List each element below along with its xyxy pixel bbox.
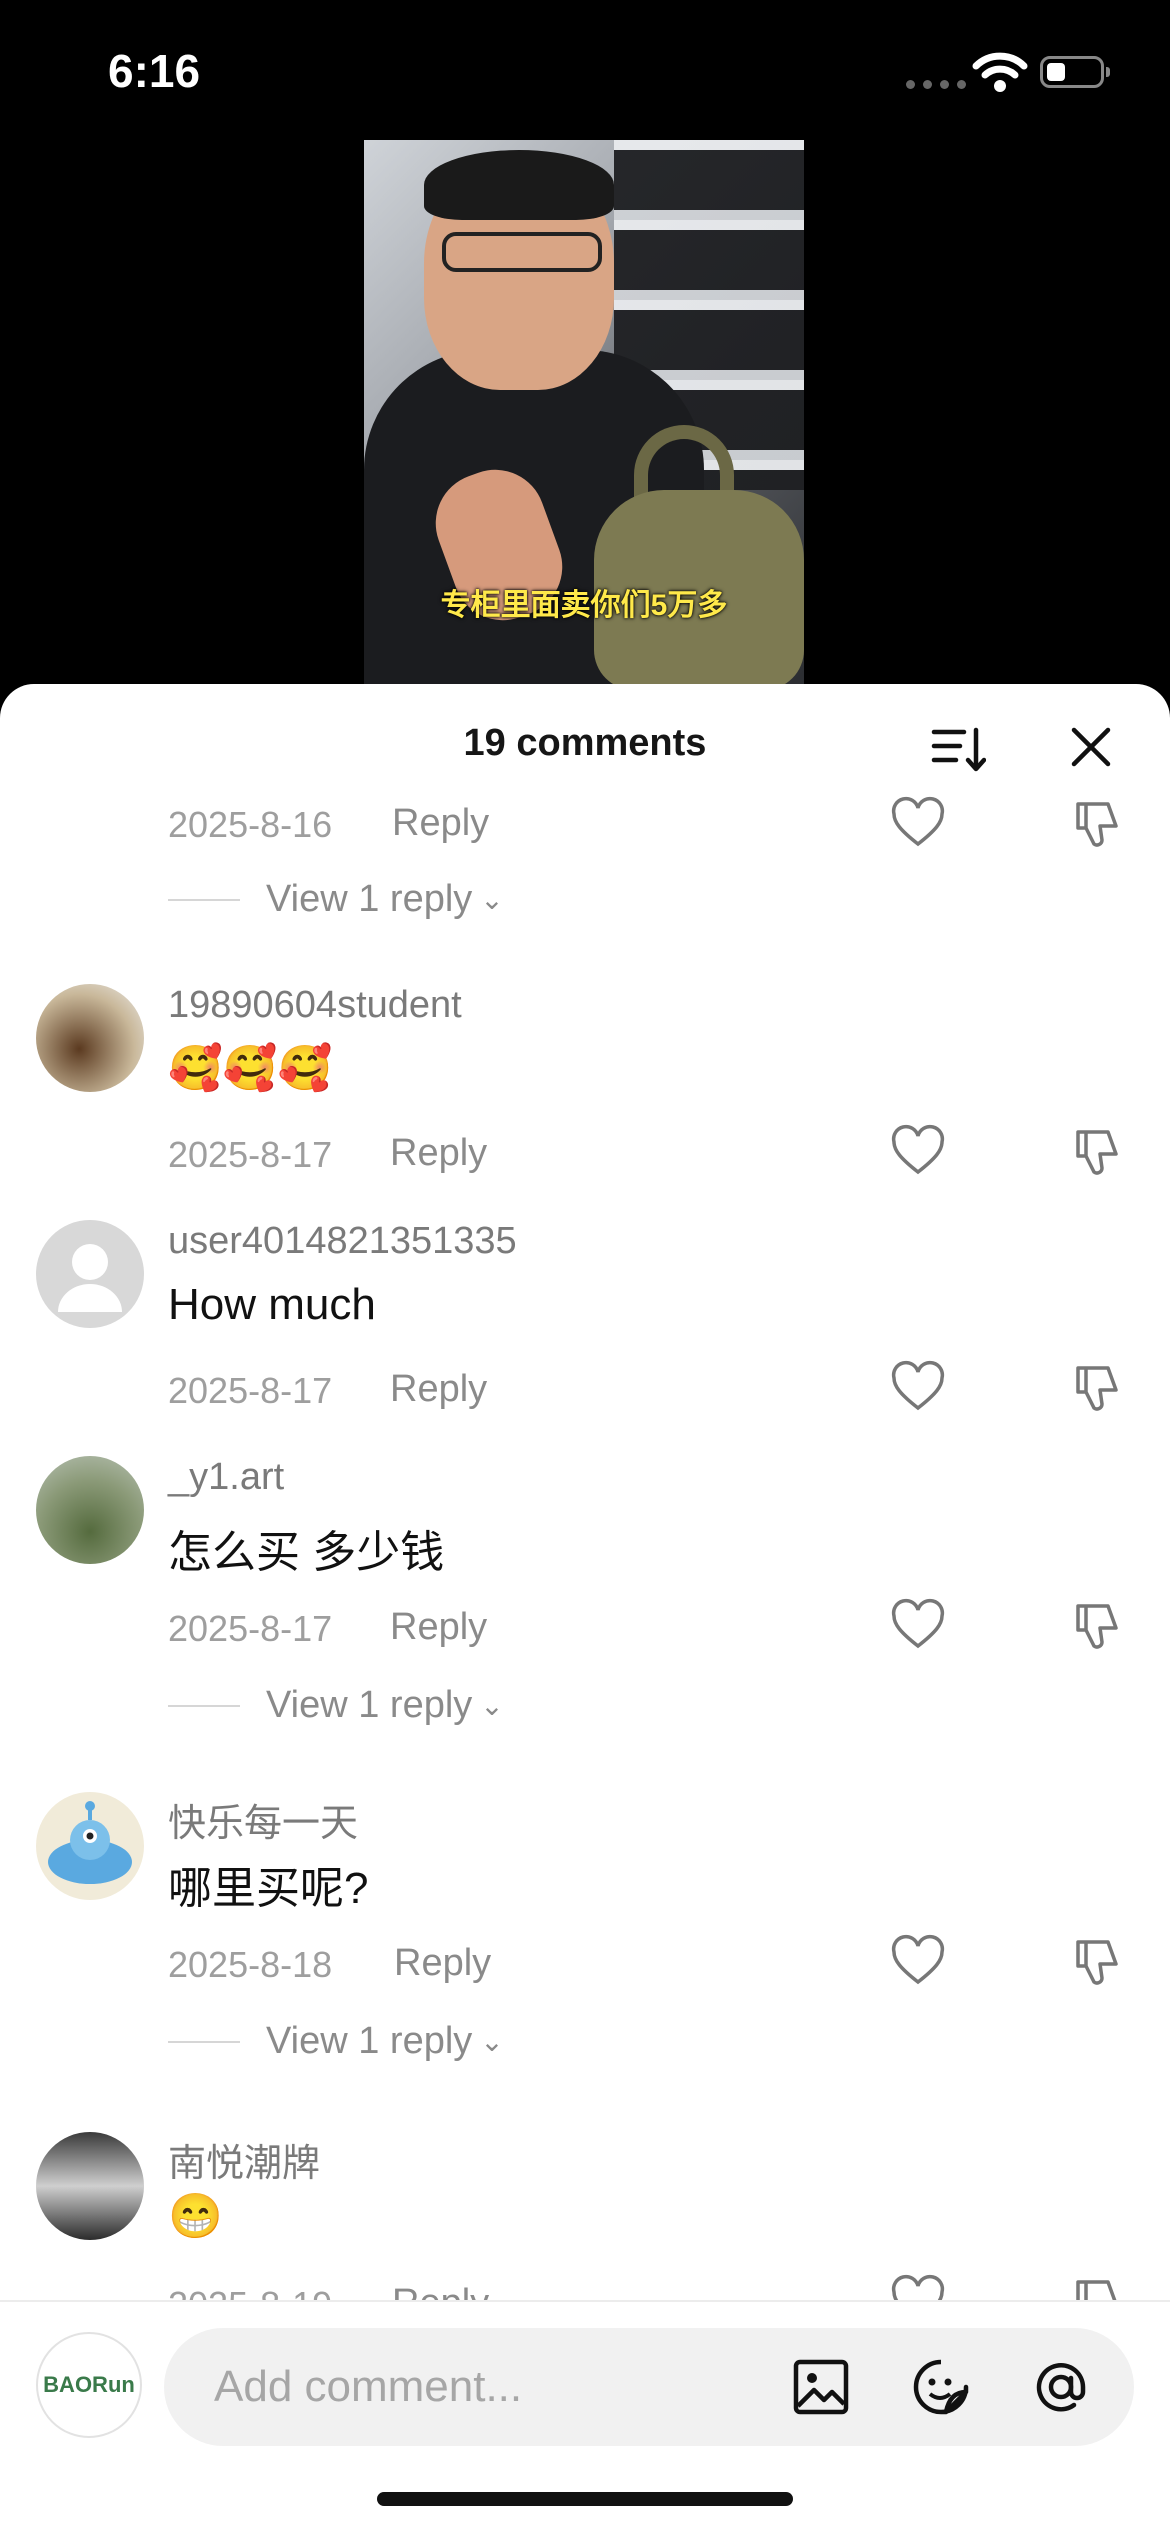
home-indicator [377,2492,793,2506]
heart-icon[interactable] [890,1934,946,1990]
close-icon[interactable] [1066,722,1116,772]
view-replies-link[interactable]: View 1 reply ⌄ [168,2020,504,2063]
battery-icon [1040,56,1110,88]
comment-date: 2025-8-16 [168,804,333,845]
ufo-avatar-icon [48,1801,132,1884]
comment-date: 2025-8-17 [168,1608,333,1649]
dislike-icon[interactable] [1068,1598,1124,1654]
chevron-down-icon: ⌄ [480,2026,504,2057]
comment-username[interactable]: user4014821351335 [168,1220,517,1263]
sort-icon[interactable] [930,724,986,774]
comment-date: 2025-8-17 [168,1134,333,1175]
comment-text: 怎么买 多少钱 [168,1528,445,1577]
comment-input[interactable]: Add comment... [164,2328,1134,2446]
view-replies-link[interactable]: View 1 reply ⌄ [168,1684,504,1727]
comment-input-bar: BAORun Add comment... [0,2300,1170,2534]
reply-button[interactable]: Reply [394,1942,491,1985]
comments-header: 19 comments [0,684,1170,804]
chevron-down-icon: ⌄ [480,1690,504,1721]
avatar[interactable] [36,2132,144,2240]
comment-date: 2025-8-18 [168,1944,333,1985]
comment-text: 哪里买呢? [168,1864,369,1913]
video-subtitle: 专柜里面卖你们5万多 [440,589,728,622]
avatar[interactable] [36,1220,144,1328]
comment-input-placeholder: Add comment... [214,2362,523,2411]
comments-sheet: 19 comments 2025-8-16 Reply View 1 reply… [0,684,1170,2532]
dislike-icon[interactable] [1068,1124,1124,1180]
comment-username[interactable]: 快乐每一天 [168,1792,358,1847]
reply-button[interactable]: Reply [390,1368,487,1411]
comment-username[interactable]: 19890604student [168,984,462,1027]
view-replies-link[interactable]: View 1 reply ⌄ [168,878,504,921]
comment-text: How much [168,1280,376,1329]
comment-date: 2025-8-17 [168,1370,333,1411]
reply-button[interactable]: Reply [390,1132,487,1175]
reply-button[interactable]: Reply [392,802,489,845]
dislike-icon[interactable] [1068,796,1124,852]
avatar[interactable] [36,984,144,1092]
status-time: 6:16 [108,45,201,97]
comment-text: 😁 [168,2192,223,2241]
sticker-icon[interactable] [910,2356,972,2418]
cellular-signal-icon [906,80,966,89]
wifi-icon [972,52,1028,92]
heart-icon[interactable] [890,1124,946,1180]
dislike-icon[interactable] [1068,1360,1124,1416]
dislike-icon[interactable] [1068,1934,1124,1990]
default-avatar-icon [58,1244,122,1312]
avatar[interactable] [36,1456,144,1564]
comment-username[interactable]: _y1.art [168,1456,284,1499]
heart-icon[interactable] [890,796,946,852]
comments-count-title: 19 comments [463,722,707,764]
comment-text: 🥰🥰🥰 [168,1044,333,1093]
heart-icon[interactable] [890,1360,946,1416]
comment-username[interactable]: 南悦潮牌 [168,2132,320,2187]
mention-icon[interactable] [1030,2356,1092,2418]
image-icon[interactable] [790,2356,852,2418]
avatar[interactable] [36,1792,144,1900]
video-player[interactable]: 专柜里面卖你们5万多 [364,140,804,690]
chevron-down-icon: ⌄ [480,884,504,915]
reply-button[interactable]: Reply [390,1606,487,1649]
status-bar: 6:16 [0,0,1170,140]
heart-icon[interactable] [890,1598,946,1654]
my-avatar[interactable]: BAORun [36,2332,142,2438]
